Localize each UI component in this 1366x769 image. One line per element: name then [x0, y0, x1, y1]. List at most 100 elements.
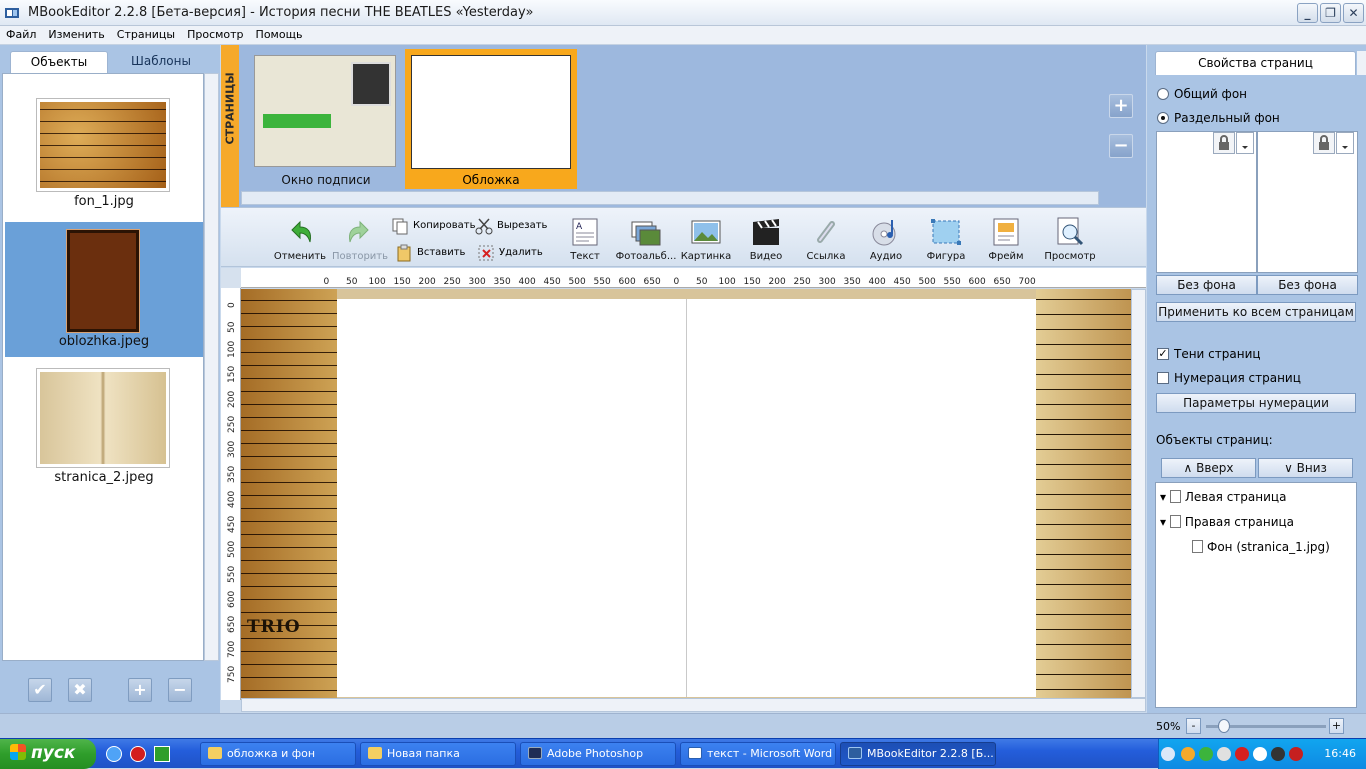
tab-templates[interactable]: Шаблоны: [108, 51, 214, 73]
tray-shield-icon[interactable]: [1289, 747, 1303, 761]
green-banner: [263, 114, 331, 128]
remove-object-button[interactable]: −: [168, 678, 192, 702]
ruler-tick-label: 700: [227, 640, 237, 658]
tree-item-left-page[interactable]: ▾ Левая страница: [1160, 490, 1286, 504]
chevron-down-icon[interactable]: [1236, 132, 1254, 154]
remove-page-button[interactable]: −: [1109, 134, 1133, 158]
picture-tool[interactable]: Картинка: [675, 212, 737, 266]
canvas-vertical-scrollbar[interactable]: [1131, 289, 1146, 698]
zoom-in-button[interactable]: +: [1329, 718, 1344, 734]
right-tab-scroll[interactable]: [1357, 51, 1366, 75]
thumbnail-fon: [37, 99, 169, 191]
lock-icon[interactable]: [1213, 132, 1235, 154]
list-item-stranica[interactable]: stranica_2.jpeg: [5, 366, 203, 498]
quicklaunch-icon[interactable]: [154, 746, 170, 762]
app-icon: [848, 747, 862, 759]
right-bg-preview[interactable]: [1257, 131, 1358, 273]
left-page[interactable]: [337, 299, 686, 697]
task-mbookeditor[interactable]: MBookEditor 2.2.8 [Б...: [840, 742, 996, 766]
list-item-oblozhka[interactable]: oblozhka.jpeg: [5, 222, 203, 357]
shape-tool[interactable]: Фигура: [915, 212, 977, 266]
task-word[interactable]: текст - Microsoft Word: [680, 742, 836, 766]
lock-icon[interactable]: [1313, 132, 1335, 154]
cancel-button[interactable]: ✖: [68, 678, 92, 702]
zoom-slider-thumb[interactable]: [1217, 719, 1230, 733]
shadows-checkbox[interactable]: ✓: [1157, 348, 1169, 360]
ruler-tick-label: 650: [993, 277, 1011, 287]
tray-icon[interactable]: [1181, 747, 1195, 761]
link-tool[interactable]: Ссылка: [795, 212, 857, 266]
minimize-button[interactable]: _: [1297, 3, 1318, 23]
page-thumb-cover[interactable]: Обложка: [405, 49, 577, 189]
editor-canvas[interactable]: TRIO: [241, 289, 1131, 698]
task-folder-oblozhka[interactable]: облoжка и фон: [200, 742, 356, 766]
undo-button[interactable]: Отменить: [269, 212, 331, 266]
menu-edit[interactable]: Изменить: [42, 26, 110, 41]
list-item-fon[interactable]: fon_1.jpg: [5, 96, 203, 228]
move-down-button[interactable]: ∨ Вниз: [1258, 458, 1353, 478]
ruler-tick-label: 250: [227, 415, 237, 433]
preview-tool[interactable]: Просмотр: [1039, 212, 1101, 266]
menu-view[interactable]: Просмотр: [181, 26, 249, 41]
chevron-down-icon: ∨: [1284, 461, 1297, 475]
tray-icon[interactable]: [1217, 747, 1231, 761]
move-up-button[interactable]: ∧ Вверх: [1161, 458, 1256, 478]
confirm-button[interactable]: ✔: [28, 678, 52, 702]
tree-item-right-page[interactable]: ▾ Правая страница: [1160, 515, 1294, 529]
shape-icon: [931, 219, 961, 245]
task-folder-new[interactable]: Новая папка: [360, 742, 516, 766]
frame-tool[interactable]: Фрейм: [975, 212, 1037, 266]
restore-button[interactable]: ❐: [1320, 3, 1341, 23]
add-page-button[interactable]: +: [1109, 94, 1133, 118]
ruler-tick-label: 400: [518, 277, 536, 287]
menu-pages[interactable]: Страницы: [111, 26, 181, 41]
no-bg-left-button[interactable]: Без фона: [1156, 275, 1257, 295]
scissors-icon: [475, 218, 493, 235]
ruler-tick-label: 350: [227, 465, 237, 483]
common-bg-radio[interactable]: [1157, 88, 1169, 100]
frame-icon: [993, 218, 1019, 246]
opera-icon[interactable]: [130, 746, 146, 762]
expand-arrow-icon[interactable]: ▾: [1160, 515, 1170, 529]
chevron-down-icon[interactable]: [1336, 132, 1354, 154]
ruler-tick-label: 200: [768, 277, 786, 287]
tray-icon[interactable]: [1253, 747, 1267, 761]
expand-arrow-icon[interactable]: ▾: [1160, 490, 1170, 504]
text-tool[interactable]: A Текст: [554, 212, 616, 266]
no-bg-right-button[interactable]: Без фона: [1257, 275, 1358, 295]
tray-icon[interactable]: [1235, 747, 1249, 761]
menu-file[interactable]: Файл: [0, 26, 42, 41]
add-object-button[interactable]: +: [128, 678, 152, 702]
photoalbum-tool[interactable]: Фотоальб...: [615, 212, 677, 266]
audio-tool[interactable]: Аудио: [855, 212, 917, 266]
apply-all-pages-button[interactable]: Применить ко всем страницам: [1156, 302, 1356, 322]
redo-button[interactable]: Повторить: [329, 212, 391, 266]
tray-arrow-icon[interactable]: [1161, 747, 1175, 761]
start-button[interactable]: пуск: [0, 739, 96, 769]
tree-item-bg[interactable]: Фон (stranica_1.jpg): [1192, 540, 1330, 554]
canvas-horizontal-scrollbar[interactable]: [241, 698, 1146, 712]
tray-icon[interactable]: [1271, 747, 1285, 761]
word-icon: [688, 747, 702, 759]
menu-help[interactable]: Помощь: [250, 26, 309, 41]
ruler-tick-label: 500: [568, 277, 586, 287]
horizontal-ruler: 0 50 100 150 200 250 300 350 400 450 500 550 600 650 0…: [241, 268, 1146, 288]
tray-icon[interactable]: [1199, 747, 1213, 761]
ie-icon[interactable]: [106, 746, 122, 762]
page-thumb-signature[interactable]: Окно подписи: [251, 49, 401, 189]
video-tool[interactable]: Видео: [735, 212, 797, 266]
ruler-tick-label: 300: [818, 277, 836, 287]
zoom-out-button[interactable]: -: [1186, 718, 1201, 734]
separate-bg-radio[interactable]: [1157, 112, 1169, 124]
right-page[interactable]: [687, 299, 1036, 697]
pages-scrollbar[interactable]: [241, 191, 1099, 205]
tab-page-properties[interactable]: Свойства страниц: [1155, 51, 1356, 75]
left-scrollbar[interactable]: [204, 73, 219, 661]
left-bg-preview[interactable]: [1156, 131, 1257, 273]
close-button[interactable]: ✕: [1343, 3, 1364, 23]
tab-objects[interactable]: Объекты: [10, 51, 108, 73]
numbering-params-button[interactable]: Параметры нумерации: [1156, 393, 1356, 413]
numbering-checkbox[interactable]: [1157, 372, 1169, 384]
title-bar: MBookEditor 2.2.8 [Бета-версия] - Истори…: [0, 0, 1366, 26]
task-photoshop[interactable]: Adobe Photoshop: [520, 742, 676, 766]
